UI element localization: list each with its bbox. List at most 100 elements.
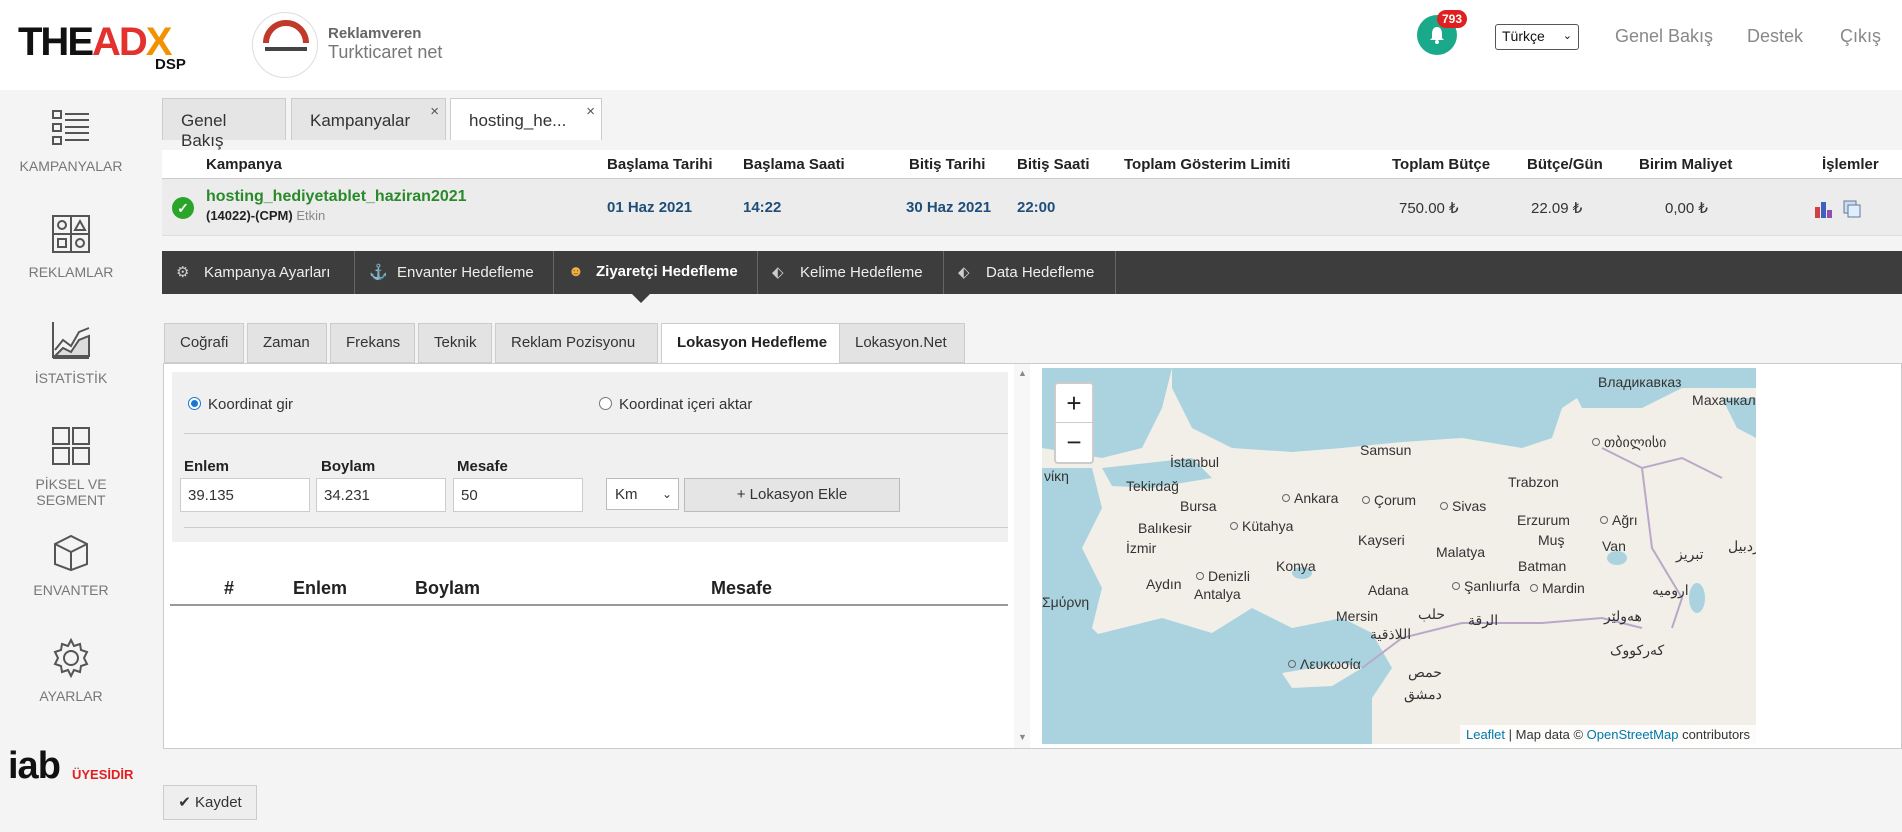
subtab-location-targeting[interactable]: Lokasyon Hedefleme (661, 323, 845, 364)
scroll-down-icon[interactable]: ▼ (1018, 732, 1027, 742)
col-start-date: Başlama Tarihi (607, 156, 713, 173)
total-budget-value: 750.00 ₺ (1399, 200, 1459, 217)
lat-label: Enlem (184, 458, 230, 475)
gear-icon: ⚙ (176, 264, 190, 281)
map-label: حمص (1408, 664, 1442, 680)
sidebar-item-settings[interactable]: AYARLAR (0, 636, 142, 704)
col-unit-cost: Birim Maliyet (1639, 156, 1733, 173)
map-label: Tekirdağ (1126, 478, 1179, 494)
subtab-technical[interactable]: Teknik (418, 323, 492, 363)
map-label: Trabzon (1508, 474, 1559, 490)
subtab-frequency[interactable]: Frekans (330, 323, 415, 363)
divider (184, 527, 1008, 528)
leaflet-link[interactable]: Leaflet (1466, 727, 1505, 742)
loc-col-lng: Boylam (415, 578, 481, 598)
map-label: Batman (1518, 558, 1567, 574)
theadx-logo[interactable]: THEADX (18, 22, 172, 62)
tab-visitor-targeting[interactable]: ☻ Ziyaretçi Hedefleme (554, 251, 758, 294)
distance-label: Mesafe (457, 458, 508, 475)
add-location-button[interactable]: + Lokasyon Ekle (684, 478, 900, 512)
sidebar-item-campaigns[interactable]: KAMPANYALAR (0, 106, 142, 174)
location-targeting-panel: Koordinat gir Koordinat içeri aktar Enle… (163, 363, 1902, 749)
logo-dsp: DSP (155, 56, 186, 73)
chevron-down-icon: ⌄ (1562, 30, 1572, 42)
section-tab-bar: ⚙ Kampanya Ayarları ⚓ Envanter Hedefleme ☻… (162, 251, 1902, 294)
loc-col-lat: Enlem (293, 578, 348, 598)
location-map[interactable]: + − Владикавказ Махачкал İstanbul Samsun… (1042, 368, 1756, 744)
map-label: İstanbul (1170, 454, 1220, 470)
col-end-time: Bitiş Saati (1017, 156, 1090, 173)
tab-keyword-targeting[interactable]: ⬖ Kelime Hedefleme (758, 251, 944, 294)
attribution-text: | Map data © (1508, 727, 1584, 742)
subtab-geographic[interactable]: Coğrafi (164, 323, 244, 363)
map-label: اللاذقية (1370, 626, 1412, 642)
advertiser-name: Turkticaret net (328, 42, 443, 62)
map-label: Σμύρνη (1042, 594, 1090, 610)
left-sidebar: KAMPANYALAR REKLAMLAR İSTATİSTİK PİKSEL … (0, 90, 148, 832)
map-label: Antalya (1194, 586, 1241, 602)
ads-grid-icon (52, 215, 90, 253)
map-label: Sivas (1440, 498, 1486, 514)
anchor-icon: ⚓ (369, 264, 388, 281)
tab-campaign-detail[interactable]: hosting_he... × (450, 98, 602, 140)
col-daily-budget: Bütçe/Gün (1527, 156, 1603, 173)
close-icon[interactable]: × (430, 103, 439, 120)
radio-enter-coordinates[interactable]: Koordinat gir (188, 396, 293, 413)
top-header: THEADX DSP Reklamveren Turkticaret net 7… (0, 0, 1902, 90)
sidebar-item-pixel-segment[interactable]: PİKSEL VE SEGMENT (0, 424, 142, 508)
start-time-value: 14:22 (743, 199, 782, 216)
map-label: تبریز (1676, 546, 1704, 562)
map-label: νίκη (1044, 468, 1069, 484)
scroll-up-icon[interactable]: ▲ (1018, 368, 1027, 378)
campaign-row: ✓ hosting_hediyetablet_haziran2021 (1402… (162, 179, 1902, 236)
end-date-value: 30 Haz 2021 (906, 199, 992, 216)
zoom-out-button[interactable]: − (1056, 423, 1092, 462)
unit-select[interactable]: Km ⌄ (606, 478, 679, 510)
tab-inventory-targeting[interactable]: ⚓ Envanter Hedefleme (355, 251, 554, 294)
visitor-icon: ☻ (568, 263, 584, 280)
tab-campaign-settings[interactable]: ⚙ Kampanya Ayarları (162, 251, 355, 294)
distance-input[interactable]: 50 (453, 478, 583, 512)
map-label: Şanlıurfa (1452, 578, 1520, 594)
map-label: Balıkesir (1138, 520, 1192, 536)
map-label: Ankara (1282, 490, 1338, 506)
advertiser-avatar (252, 12, 318, 78)
bell-icon (1430, 27, 1444, 44)
top-link-support[interactable]: Destek (1747, 26, 1803, 47)
save-button[interactable]: ✔ Kaydet (163, 785, 257, 820)
sidebar-label-settings: AYARLAR (39, 688, 103, 704)
sidebar-label-statistics: İSTATİSTİK (34, 370, 108, 386)
map-label: Kütahya (1230, 518, 1293, 534)
daily-budget-value: 22.09 ₺ (1531, 200, 1583, 217)
top-link-logout[interactable]: Çıkış (1840, 26, 1881, 47)
tab-overview[interactable]: Genel Bakış (162, 98, 286, 150)
map-label: Aydın (1146, 576, 1182, 592)
subtab-location-net[interactable]: Lokasyon.Net (839, 323, 965, 363)
map-label: Erzurum (1517, 512, 1570, 528)
lng-input[interactable]: 34.231 (316, 478, 446, 512)
sidebar-label-campaigns: KAMPANYALAR (19, 158, 123, 174)
tab-data-targeting[interactable]: ⬖ Data Hedefleme (944, 251, 1116, 294)
zoom-in-button[interactable]: + (1056, 384, 1092, 423)
sidebar-item-inventory[interactable]: ENVANTER (0, 530, 142, 598)
form-scrollbar[interactable]: ▲ ▼ (1014, 364, 1030, 748)
subtab-ad-position[interactable]: Reklam Pozisyonu (495, 323, 658, 363)
tab-campaigns[interactable]: Kampanyalar × (291, 98, 446, 140)
subtab-time[interactable]: Zaman (247, 323, 327, 363)
radio-import-coordinates[interactable]: Koordinat içeri aktar (599, 396, 752, 413)
campaign-name-link[interactable]: hosting_hediyetablet_haziran2021 (206, 188, 467, 206)
copy-icon[interactable] (1842, 199, 1862, 219)
lat-input[interactable]: 39.135 (180, 478, 310, 512)
close-icon[interactable]: × (586, 103, 595, 120)
top-link-overview[interactable]: Genel Bakış (1615, 26, 1713, 47)
map-label: کەرکووک (1610, 642, 1665, 658)
campaigns-list-icon (52, 110, 89, 145)
osm-link[interactable]: OpenStreetMap (1587, 727, 1679, 742)
sidebar-item-statistics[interactable]: İSTATİSTİK (0, 318, 142, 386)
sidebar-item-ads[interactable]: REKLAMLAR (0, 212, 142, 280)
main-area: Genel Bakış Kampanyalar × hosting_he... × … (148, 90, 1902, 832)
map-label: اردبیل (1728, 538, 1756, 554)
map-label: Ağrı (1600, 512, 1638, 528)
stats-bar-icon[interactable] (1814, 199, 1834, 219)
language-select[interactable]: Türkçe ⌄ (1495, 24, 1579, 50)
